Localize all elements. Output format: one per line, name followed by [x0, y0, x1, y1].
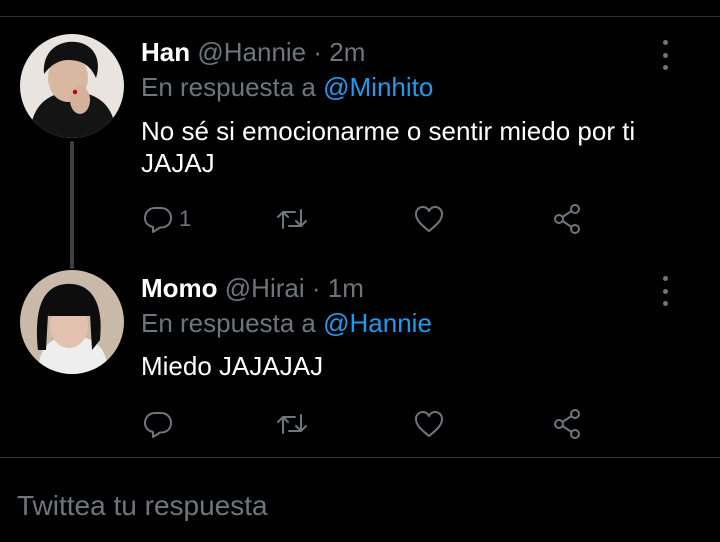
tweet-header: Momo @Hirai · 1m [141, 272, 364, 304]
retweet-icon [277, 414, 307, 434]
reply-context: En respuesta a @Hannie [141, 307, 432, 339]
tweet-actions: 1 [141, 199, 601, 239]
avatar-han-image [20, 34, 124, 138]
avatar[interactable] [20, 34, 124, 138]
thread-connector [70, 141, 74, 269]
display-name[interactable]: Han [141, 37, 190, 67]
share-icon [554, 409, 580, 439]
tweet-header: Han @Hannie · 2m [141, 36, 365, 68]
compose-divider [0, 457, 720, 458]
tweet-text: Miedo JAJAJAJ [141, 351, 324, 381]
timestamp[interactable]: 2m [329, 37, 365, 67]
avatar-momo-image [20, 270, 124, 374]
share-button[interactable] [550, 404, 584, 444]
reply-button[interactable] [141, 404, 179, 444]
more-icon[interactable] [655, 276, 675, 306]
reply-icon [144, 207, 172, 233]
share-button[interactable] [550, 199, 584, 239]
display-name[interactable]: Momo [141, 273, 218, 303]
like-icon [415, 206, 443, 232]
retweet-icon [277, 209, 307, 229]
reply-mention[interactable]: @Hannie [323, 308, 432, 338]
separator: · [313, 37, 323, 67]
retweet-button[interactable] [275, 404, 309, 444]
reply-compose-input[interactable]: Twittea tu respuesta [17, 488, 268, 524]
more-icon[interactable] [655, 40, 675, 70]
reply-button[interactable]: 1 [141, 199, 191, 239]
reply-icon [144, 412, 172, 438]
top-divider [0, 16, 720, 17]
handle[interactable]: @Hannie [197, 37, 306, 67]
reply-prefix: En respuesta a [141, 308, 316, 338]
like-button[interactable] [412, 199, 446, 239]
avatar[interactable] [20, 270, 124, 374]
timestamp[interactable]: 1m [328, 273, 364, 303]
reply-context: En respuesta a @Minhito [141, 71, 433, 103]
like-icon [415, 411, 443, 437]
retweet-button[interactable] [275, 199, 309, 239]
tweet-text: No sé si emocionarme o sentir miedo por … [141, 116, 636, 178]
reply-mention[interactable]: @Minhito [323, 72, 433, 102]
reply-prefix: En respuesta a [141, 72, 316, 102]
reply-count: 1 [179, 206, 192, 231]
tweet-actions [141, 404, 601, 444]
handle[interactable]: @Hirai [225, 273, 305, 303]
separator: · [311, 273, 321, 303]
like-button[interactable] [412, 404, 446, 444]
share-icon [554, 204, 580, 234]
